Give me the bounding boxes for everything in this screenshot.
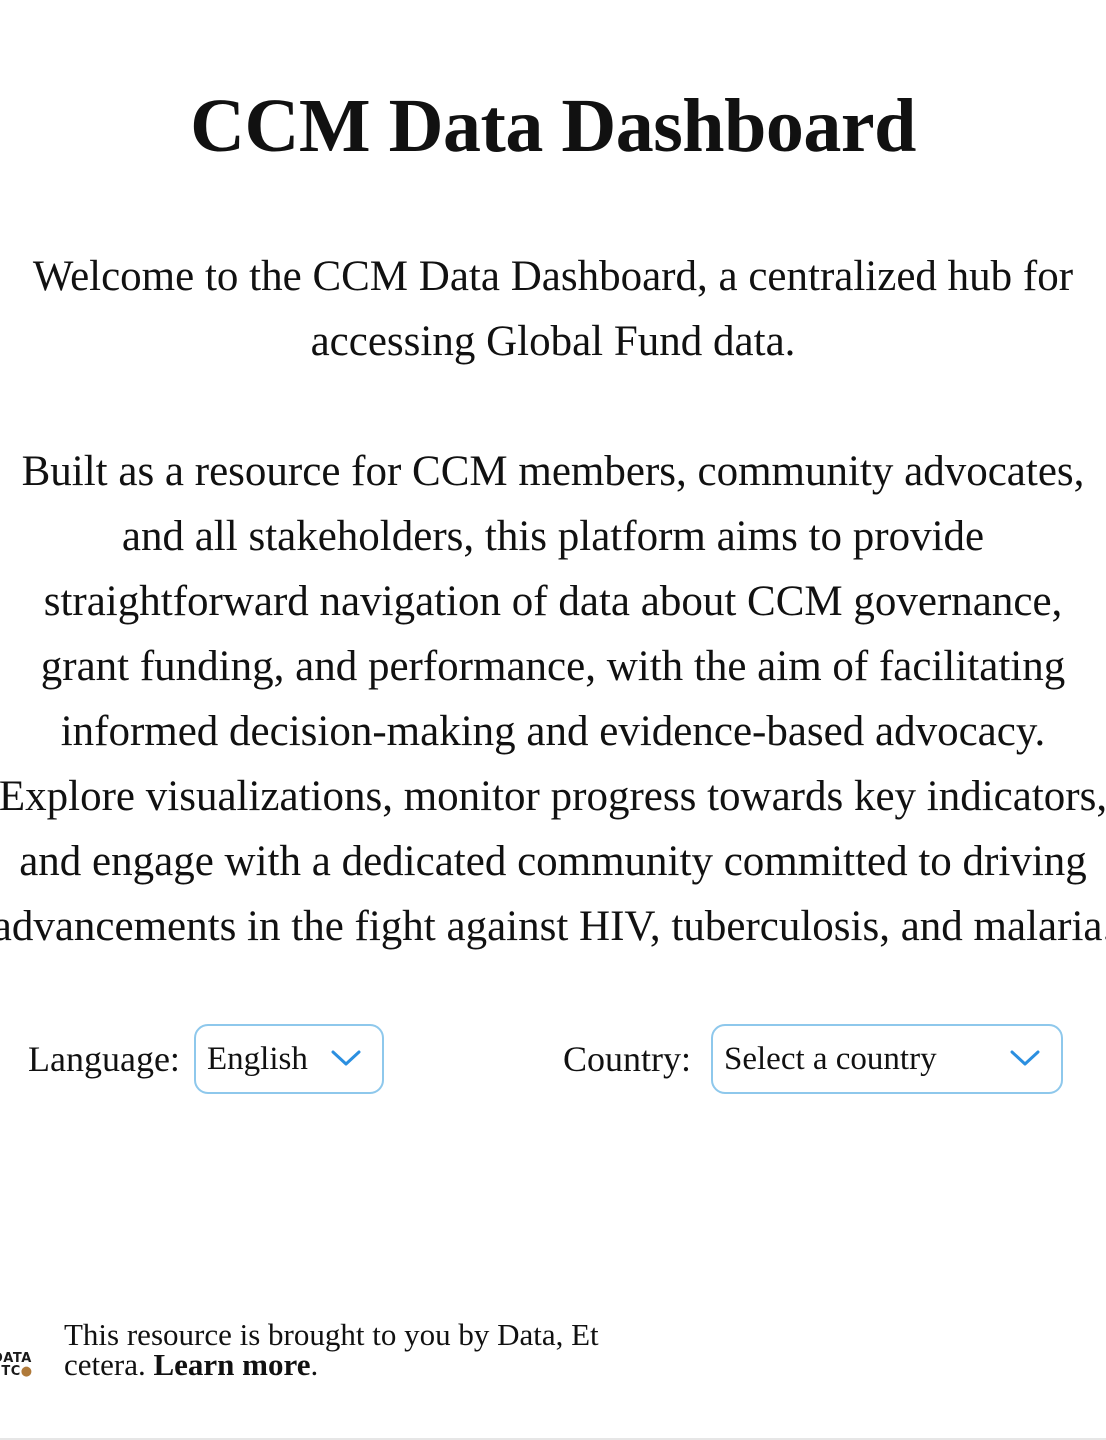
intro-line: Built as a resource for CCM members, com…: [21, 448, 1085, 495]
intro-line: Welcome to the CCM Data Dashboard, a cen…: [32, 253, 1074, 300]
intro-line: accessing Global Fund data.: [310, 318, 796, 365]
language-label: Language:: [28, 1039, 180, 1079]
language-select[interactable]: English: [194, 1024, 384, 1094]
language-select-value: English: [207, 1041, 308, 1077]
footer: DATA ETC● This resource is brought to yo…: [0, 1318, 700, 1398]
footer-credit-text: This resource is brought to you by Data,…: [64, 1317, 599, 1382]
intro-paragraph-description: Built as a resource for CCM members, com…: [0, 439, 1106, 959]
chevron-down-icon: [331, 1050, 361, 1066]
page: CCM Data Dashboard Welcome to the CCM Da…: [0, 0, 1106, 1440]
country-label: Country:: [563, 1039, 692, 1079]
intro-line: Explore visualizations, monitor progress…: [0, 773, 1106, 820]
footer-link-suffix: .: [310, 1347, 319, 1382]
logo-text-bottom: ETC●: [0, 1364, 33, 1379]
intro-line: informed decision-making and evidence-ba…: [60, 708, 1046, 755]
country-select-placeholder: Select a country: [724, 1041, 937, 1077]
intro-line: straightforward navigation of data about…: [43, 578, 1063, 625]
intro-line: grant funding, and performance, with the…: [40, 643, 1066, 690]
intro-line: and engage with a dedicated community co…: [19, 838, 1087, 885]
footer-credit: This resource is brought to you by Data,…: [64, 1317, 664, 1382]
data-etc-logo: DATA ETC●: [0, 1352, 48, 1382]
intro-line: and all stakeholders, this platform aims…: [121, 513, 985, 560]
intro-paragraph-welcome: Welcome to the CCM Data Dashboard, a cen…: [0, 244, 1106, 374]
country-select[interactable]: Select a country: [711, 1024, 1063, 1094]
intro-line: advancements in the fight against HIV, t…: [0, 903, 1106, 950]
learn-more-link[interactable]: Learn more: [153, 1347, 310, 1382]
filter-controls: Language: English Country: Select a coun…: [0, 1024, 1106, 1094]
page-title: CCM Data Dashboard: [190, 84, 916, 168]
chevron-down-icon: [1010, 1050, 1040, 1066]
